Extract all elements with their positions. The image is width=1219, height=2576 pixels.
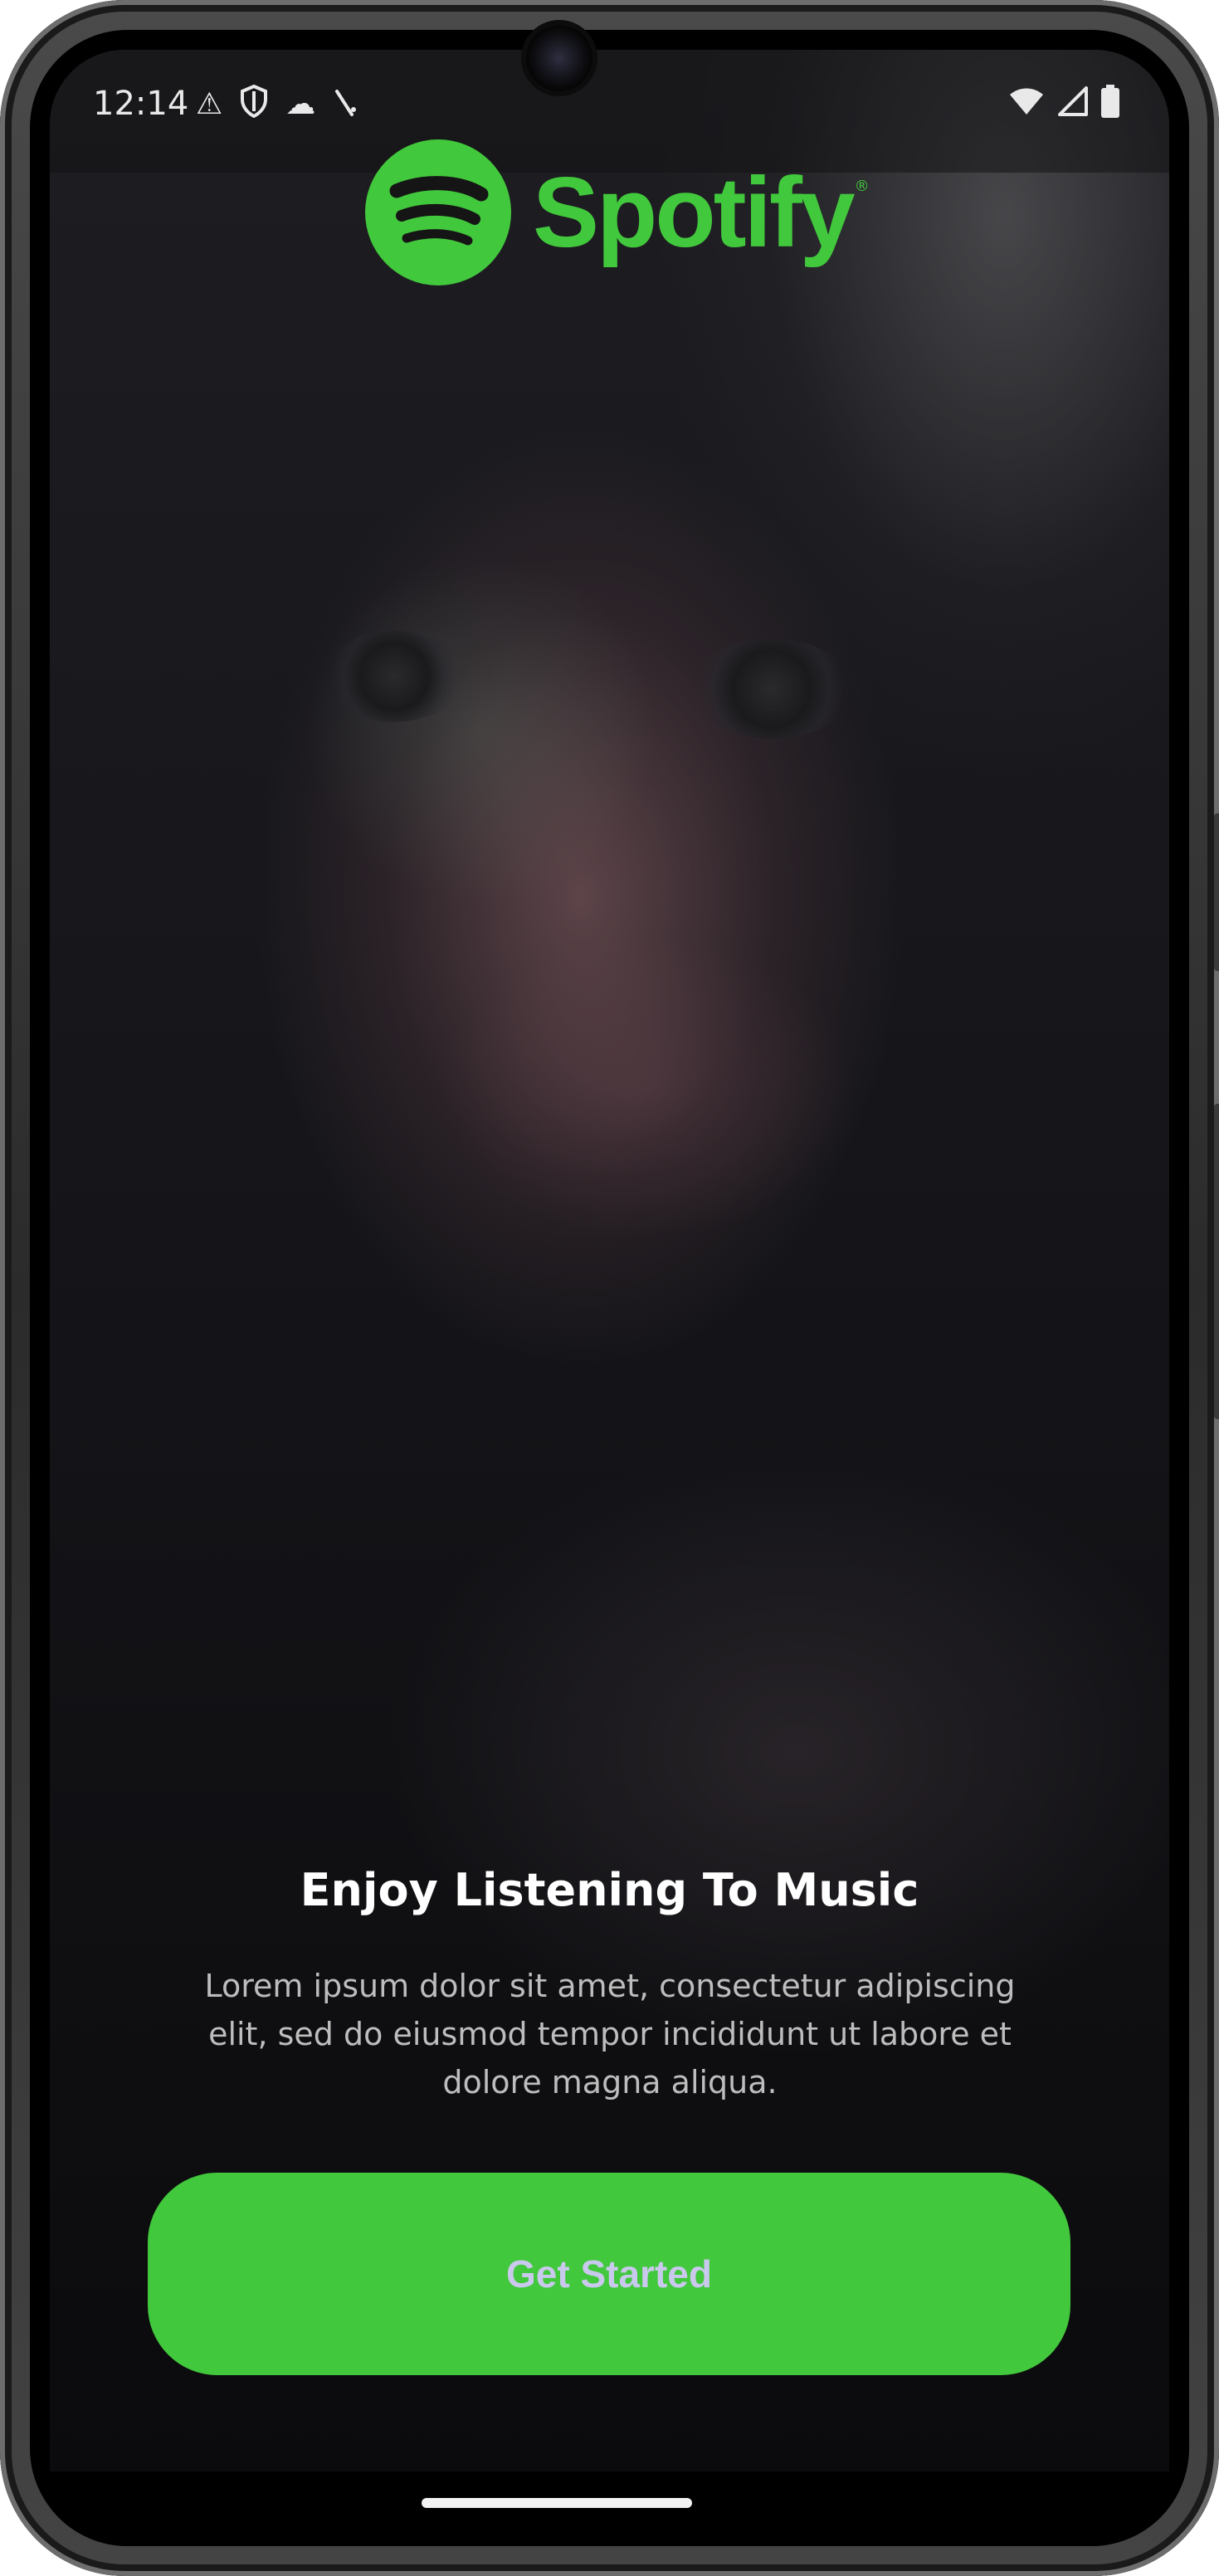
get-started-button[interactable]: Get Started bbox=[148, 2173, 1070, 2375]
volume-button bbox=[1214, 1104, 1219, 1419]
status-system-icons bbox=[1008, 85, 1119, 129]
shield-icon bbox=[241, 84, 268, 129]
gesture-nav-bar bbox=[50, 2471, 1169, 2546]
onboarding-screen: 12:14 ⚠ ☁ Spotify ® Enjoy Listening To M… bbox=[50, 50, 1169, 2471]
spotify-logo: Spotify ® bbox=[365, 139, 870, 285]
portrait-eye-right bbox=[689, 639, 855, 739]
portrait-eye-left bbox=[324, 631, 465, 722]
cellular-icon bbox=[1058, 86, 1088, 127]
status-notification-icons: ⚠ ☁ bbox=[196, 84, 358, 129]
onboarding-description: Lorem ipsum dolor sit amet, consectetur … bbox=[204, 1968, 1016, 2100]
phone-frame: 12:14 ⚠ ☁ Spotify ® Enjoy Listening To M… bbox=[0, 0, 1219, 2576]
onboarding-title: Enjoy Listening To Music bbox=[300, 1864, 919, 1916]
home-indicator[interactable] bbox=[422, 2498, 692, 2508]
cloud-icon: ☁ bbox=[285, 87, 316, 121]
signal-strike-icon bbox=[334, 85, 358, 129]
warning-icon: ⚠ bbox=[196, 87, 223, 121]
spotify-wordmark: Spotify bbox=[533, 157, 856, 268]
wifi-icon bbox=[1008, 86, 1045, 127]
phone-screen: 12:14 ⚠ ☁ Spotify ® Enjoy Listening To M… bbox=[30, 30, 1189, 2546]
artist-portrait-background bbox=[50, 50, 1169, 2471]
battery-icon bbox=[1101, 85, 1119, 129]
registered-mark: ® bbox=[854, 178, 870, 195]
status-time: 12:14 bbox=[93, 85, 189, 123]
spotify-icon bbox=[365, 139, 511, 285]
power-button bbox=[1214, 813, 1219, 971]
front-camera bbox=[526, 25, 592, 91]
